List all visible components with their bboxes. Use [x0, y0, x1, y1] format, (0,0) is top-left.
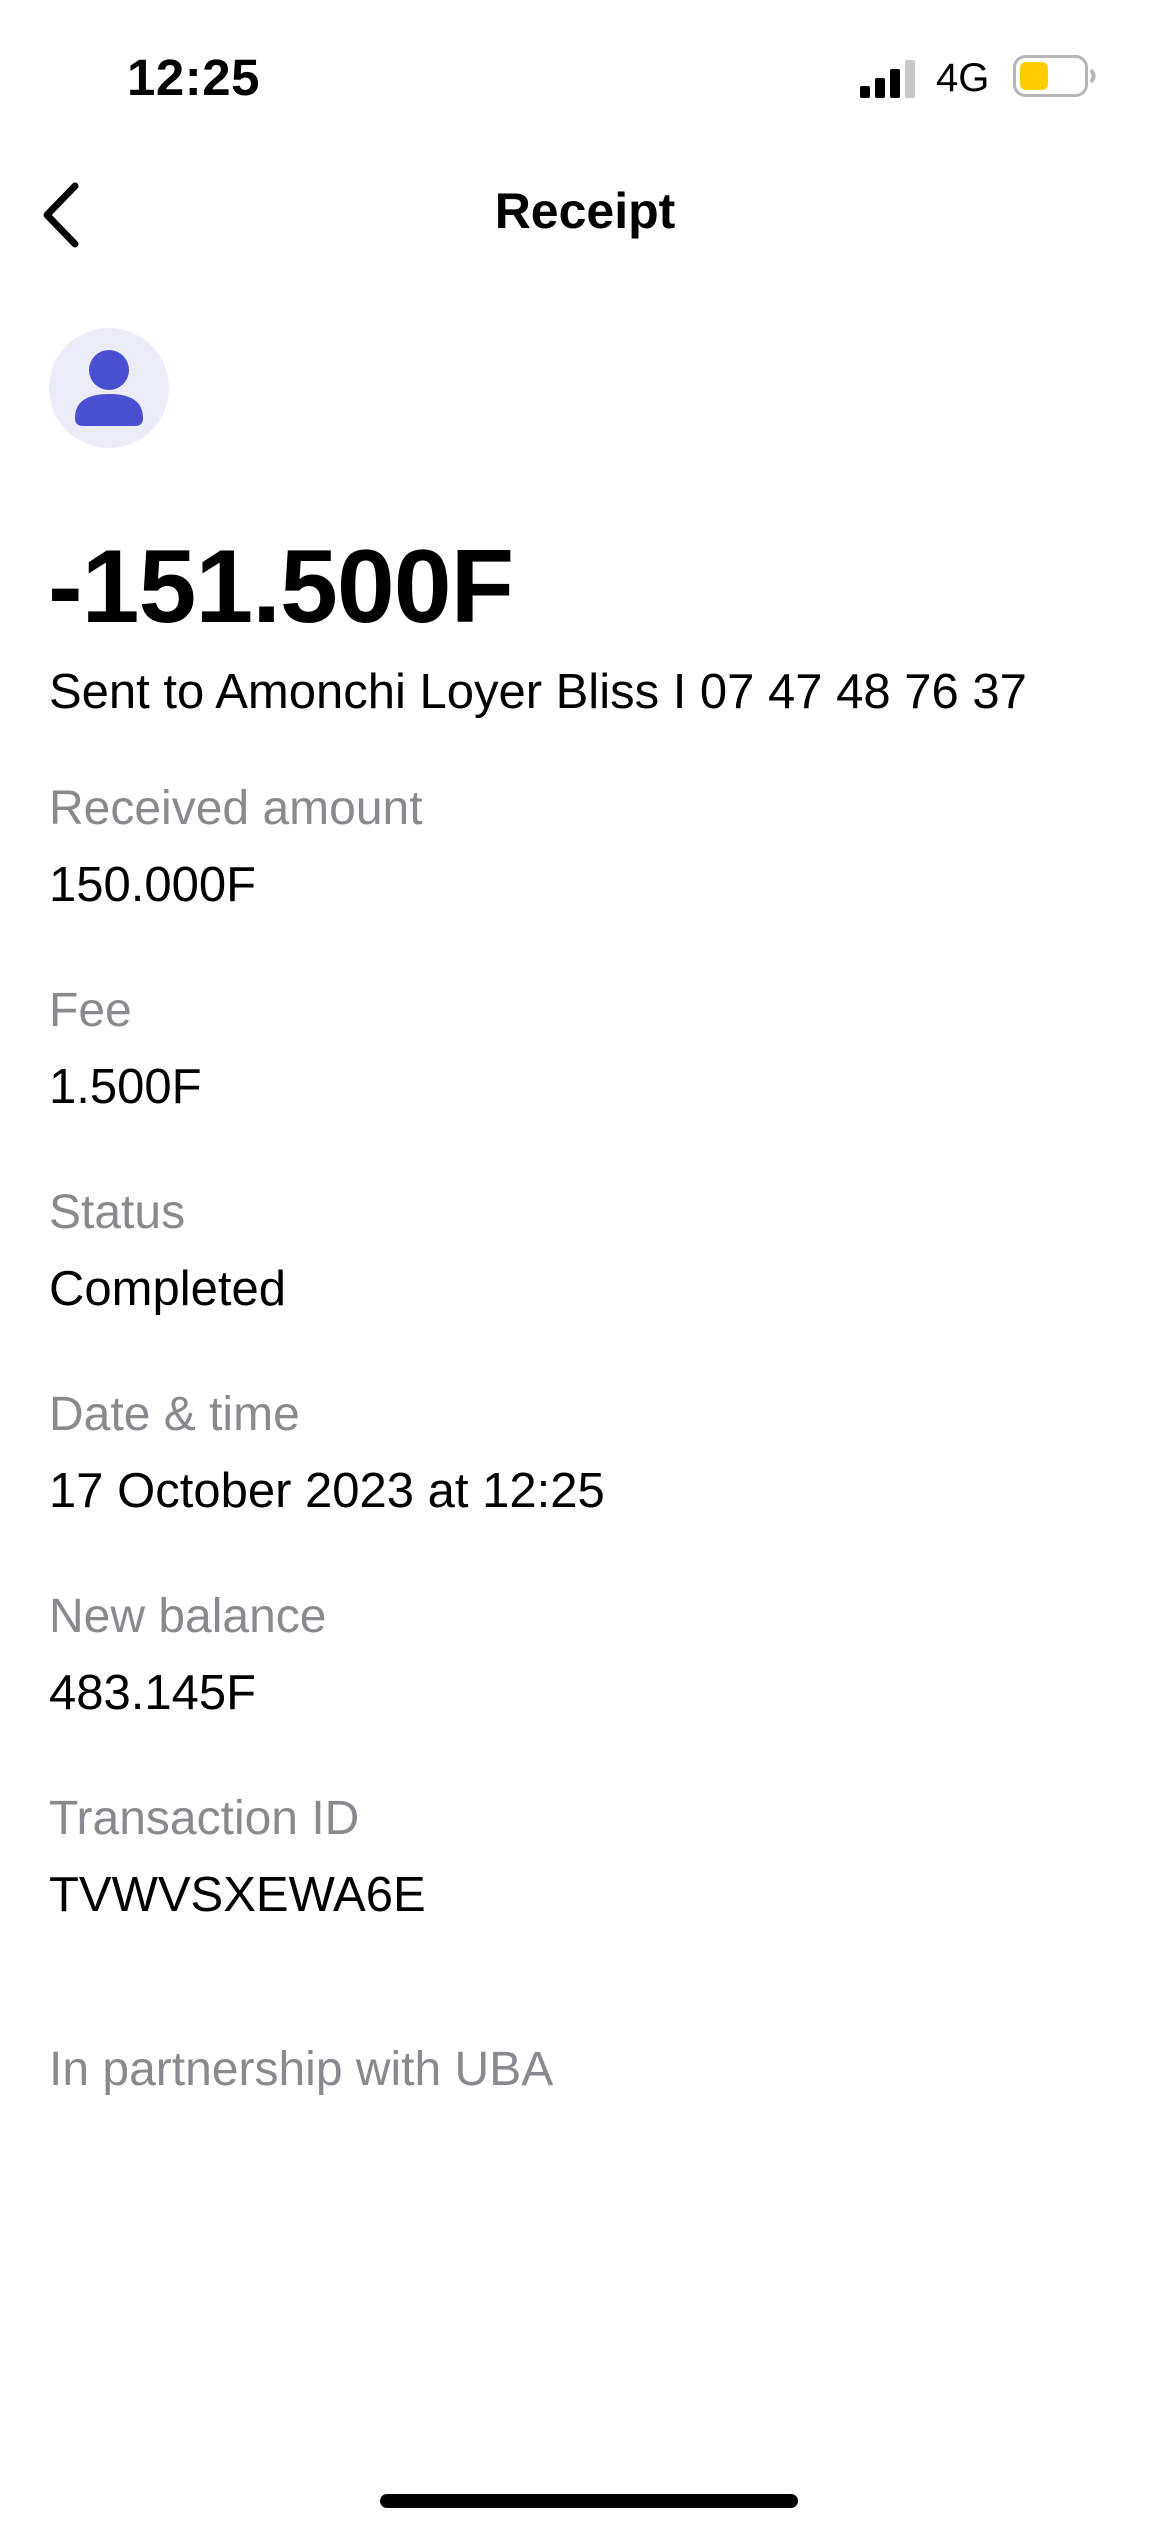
navigation-bar: Receipt [0, 160, 1170, 270]
detail-label: New balance [49, 1590, 327, 1643]
detail-label: Date & time [49, 1388, 300, 1441]
detail-date-time: Date & time 17 October 2023 at 12:25 [49, 1386, 605, 1520]
detail-value: 483.145F [49, 1666, 257, 1720]
detail-value[interactable]: TVWVSXEWA6E [49, 1866, 426, 1924]
network-type-label: 4G [936, 56, 990, 100]
detail-value: 150.000F [49, 858, 257, 912]
status-time: 12:25 [127, 49, 260, 106]
detail-label: Status [49, 1186, 186, 1239]
detail-value: Completed [49, 1262, 286, 1316]
detail-value: 1.500F [49, 1060, 202, 1114]
detail-new-balance: New balance 483.145F [49, 1588, 327, 1722]
detail-status: Status Completed [49, 1184, 286, 1318]
detail-value: 17 October 2023 at 12:25 [49, 1464, 605, 1518]
detail-received-amount: Received amount 150.000F [49, 780, 423, 914]
person-icon [75, 350, 143, 426]
detail-label: Received amount [49, 782, 423, 835]
home-indicator[interactable] [380, 2494, 798, 2508]
battery-icon [1013, 55, 1096, 97]
transaction-amount: -151.500F [48, 529, 514, 645]
receipt-screen: 12:25 4G Receipt -151.500F Sent to Amonc… [0, 0, 1170, 2532]
detail-label: Transaction ID [49, 1792, 360, 1845]
partnership-note: In partnership with UBA [49, 2043, 554, 2096]
detail-label: Fee [49, 984, 132, 1037]
page-title: Receipt [494, 183, 676, 239]
status-bar: 12:25 4G [0, 0, 1170, 150]
recipient-avatar [49, 328, 169, 448]
cellular-signal-icon [860, 60, 915, 98]
recipient-description: Sent to Amonchi Loyer Bliss I 07 47 48 7… [49, 665, 1027, 719]
detail-fee: Fee 1.500F [49, 982, 202, 1116]
detail-transaction-id: Transaction ID TVWVSXEWA6E [49, 1790, 426, 1924]
